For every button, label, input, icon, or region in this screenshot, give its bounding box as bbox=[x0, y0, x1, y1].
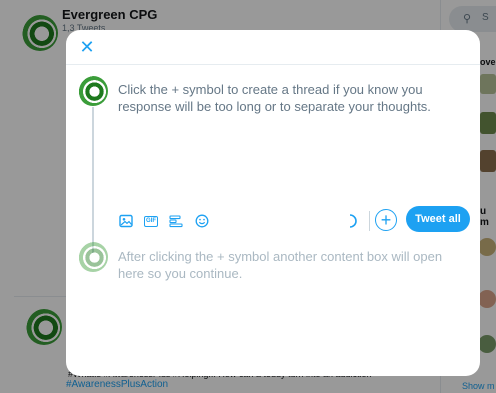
image-icon[interactable] bbox=[118, 213, 134, 229]
character-count-ring bbox=[349, 214, 357, 228]
close-icon[interactable]: ✕ bbox=[78, 38, 96, 56]
thread-connector-line bbox=[92, 107, 94, 253]
add-thread-button[interactable]: + bbox=[375, 209, 397, 231]
emoji-icon[interactable] bbox=[194, 213, 210, 229]
compose-toolbar: GIF + Tweet all bbox=[116, 206, 472, 236]
compose-box-1[interactable]: Click the + symbol to create a thread if… bbox=[118, 81, 458, 115]
poll-icon[interactable] bbox=[168, 213, 184, 229]
compose-box-2[interactable]: After clicking the + symbol another cont… bbox=[118, 248, 458, 282]
modal-header: ✕ bbox=[66, 30, 480, 65]
compose-thread-modal: ✕ Click the + symbol to create a thread … bbox=[66, 30, 480, 376]
gif-icon[interactable]: GIF bbox=[143, 213, 159, 229]
next-compose-avatar bbox=[78, 242, 108, 272]
compose-avatar bbox=[78, 76, 108, 106]
gif-label: GIF bbox=[144, 215, 158, 227]
toolbar-separator bbox=[369, 211, 370, 231]
tweet-all-button[interactable]: Tweet all bbox=[406, 206, 470, 232]
